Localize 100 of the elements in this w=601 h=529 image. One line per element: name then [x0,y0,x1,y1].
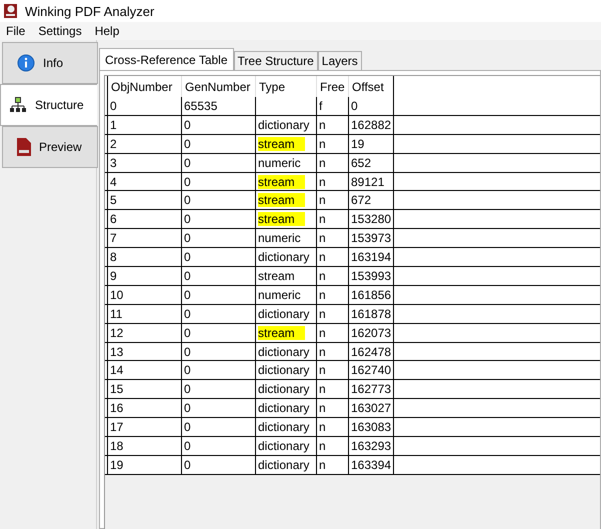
table-cell: n [319,288,326,302]
tab[interactable]: Layers [318,51,362,70]
table-cell: 0 [184,136,191,151]
table-cell: n [319,458,326,472]
table-cell: numeric [258,231,301,246]
table-cell: n [319,136,326,151]
window-title: Winking PDF Analyzer [25,4,154,18]
table-cell: dictionary [258,344,310,359]
table-row[interactable]: 6 0 stream n 153280 [105,210,600,230]
table-cell: 8 [110,250,117,264]
table-cell: dictionary [258,250,310,264]
table-row[interactable]: 9 0 stream n 153993 [105,267,600,286]
table-cell: 0 [184,326,191,340]
table-cell: 162773 [351,382,392,396]
sidebar-item[interactable]: Info [2,42,98,84]
table-cell: 0 [184,268,191,283]
table-cell: 162740 [351,363,392,378]
app-logo-icon [3,3,19,19]
tab[interactable]: Tree Structure [234,51,318,70]
table-cell: n [319,156,326,170]
table-cell: 19 [110,458,124,472]
table-cell: n [319,382,326,396]
table-cell: 5 [110,193,117,208]
table-row[interactable]: 10 0 numeric n 161856 [105,286,600,305]
table-row[interactable]: 13 0 dictionary n 162478 [105,342,600,362]
table-cell: n [319,438,326,453]
info-icon [17,54,35,72]
table-cell: 153993 [351,268,392,283]
table-cell: 2 [110,136,117,151]
table-cell: 153280 [351,212,392,226]
table-cell: 13 [110,344,124,359]
table-cell: 6 [110,212,117,226]
table-cell: 0 [184,344,191,359]
sidebar-item[interactable]: Preview [2,126,98,168]
table-cell: 163394 [351,458,392,472]
table-cell: 89121 [351,174,384,188]
table-row[interactable]: 15 0 dictionary n 162773 [105,380,600,400]
tab[interactable]: Cross-Reference Table [99,48,234,70]
table-cell: 0 [351,98,358,113]
menu-item[interactable]: File [6,24,26,38]
table-cell: 7 [110,231,117,246]
table-row[interactable]: 18 0 dictionary n 163293 [105,437,600,456]
table-cell: dictionary [258,401,310,416]
table-row[interactable]: 0 65535 f 0 [105,97,600,116]
table-cell: dictionary [258,438,310,453]
table-cell: dictionary [258,420,310,434]
table-cell: 3 [110,156,117,170]
table-cell: 0 [184,420,191,434]
table-cell: 0 [184,174,191,188]
table-cell: 12 [110,326,124,340]
table-cell: 0 [184,458,191,472]
table-cell: stream [258,136,305,151]
table-row[interactable]: 4 0 stream n 89121 [105,172,600,192]
table-row[interactable]: 8 0 dictionary n 163194 [105,248,600,268]
table-row[interactable]: 2 0 stream n 19 [105,134,600,154]
table-cell: n [319,174,326,188]
table-row[interactable]: 3 0 numeric n 652 [105,154,600,173]
table-cell: n [319,212,326,226]
table-cell: dictionary [258,458,310,472]
table-cell: 0 [110,98,117,113]
table-cell: 0 [184,306,191,321]
table-cell: n [319,420,326,434]
table-cell: 0 [184,288,191,302]
hierarchy-icon [9,97,27,113]
table-row[interactable]: 5 0 stream n 672 [105,191,600,210]
table-cell: stream [258,268,295,283]
table-cell: stream [258,326,305,340]
table-cell: 672 [351,193,372,208]
menu-item[interactable]: Help [94,24,120,38]
menu-item[interactable]: Settings [38,24,82,38]
table-cell: 161878 [351,306,392,321]
table-row[interactable]: 19 0 dictionary n 163394 [105,456,600,475]
table-cell: 0 [184,231,191,246]
table-cell: dictionary [258,363,310,378]
table-cell: 0 [184,212,191,226]
table-cell: 10 [110,288,124,302]
table-cell: 1 [110,118,117,132]
table-row[interactable]: 17 0 dictionary n 163083 [105,418,600,438]
table-row[interactable]: 7 0 numeric n 153973 [105,229,600,248]
table-cell: 163083 [351,420,392,434]
table-row[interactable]: 11 0 dictionary n 161878 [105,304,600,324]
table-row[interactable]: 14 0 dictionary n 162740 [105,361,600,380]
sidebar-item[interactable]: Structure [0,84,97,126]
table-cell: n [319,306,326,321]
table-cell: dictionary [258,118,310,132]
table-row[interactable]: 12 0 stream n 162073 [105,324,600,343]
table-cell: n [319,118,326,132]
table-cell: 16 [110,401,124,416]
table-cell: 652 [351,156,372,170]
table-row[interactable]: 16 0 dictionary n 163027 [105,399,600,418]
table-cell: 0 [184,401,191,416]
table-cell: 163194 [351,250,392,264]
table-cell: stream [258,174,305,188]
table-row[interactable]: 1 0 dictionary n 162882 [105,116,600,135]
table-cell: 11 [110,306,122,321]
table-cell: n [319,193,326,208]
table-cell: 0 [184,193,191,208]
table-cell: 65535 [184,98,218,113]
table-cell: 15 [110,382,124,396]
table-cell: 0 [184,363,191,378]
